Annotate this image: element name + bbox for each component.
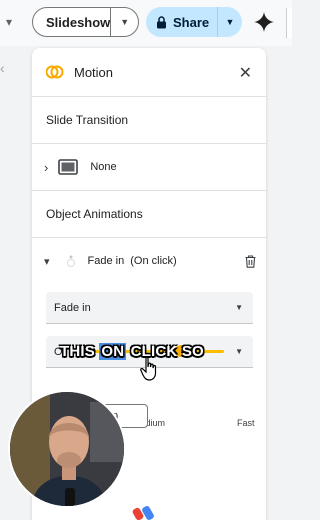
slide-transition-row[interactable]: › None [32,144,266,190]
effect-select[interactable]: Fade in ▼ [46,292,253,324]
caption-text-2: CLICK SO [126,343,204,360]
caption-highlight: ON [99,343,127,360]
gemini-sparkle-icon[interactable] [254,12,274,32]
motion-icon [46,65,64,79]
chevron-down-icon[interactable]: ▾ [44,255,50,268]
panel-title: Motion [74,64,114,80]
animation-trigger: (On click) [130,255,177,267]
top-toolbar: ▾ Slideshow ▼ Share ▼ [0,0,292,46]
object-animations-heading-row: Object Animations [32,191,266,237]
animation-name: Fade in [87,255,125,267]
left-edge-fragment: ‹ [0,60,5,76]
fade-animation-icon [66,255,75,267]
panel-header: Motion ✕ [32,48,266,96]
slide-thumbnail-icon [58,159,79,175]
share-button-group: Share ▼ [146,7,242,37]
share-options-caret-icon[interactable]: ▼ [218,7,242,37]
chevron-right-icon[interactable]: › [44,160,48,175]
edge-button-fragment [286,8,292,38]
object-animations-heading: Object Animations [46,207,143,221]
presenter-webcam [8,390,126,508]
share-label: Share [173,14,210,30]
caption-text-1: THIS [60,343,100,360]
hand-cursor-icon [140,356,157,381]
share-button[interactable]: Share [146,7,218,37]
chevron-down-icon[interactable]: ▾ [6,15,12,29]
slideshow-options-caret-icon[interactable]: ▼ [111,8,138,36]
lock-icon [157,15,166,28]
slideshow-button-group: Slideshow ▼ [32,7,139,37]
select-caret-icon: ▼ [235,303,243,312]
slideshow-button[interactable]: Slideshow [33,8,112,36]
presenter-image [10,392,124,506]
effect-select-value: Fade in [54,301,91,314]
slide-transition-heading-row: Slide Transition [32,97,266,143]
slider-label-fast: Fast [237,418,255,428]
slide-transition-value: None [90,161,117,173]
google-colored-logo-icon [132,506,154,520]
animation-item-row[interactable]: ▾ Fade in (On click) [32,238,266,284]
select-caret-icon: ▼ [235,347,243,356]
slide-transition-heading: Slide Transition [46,113,129,127]
close-icon[interactable]: ✕ [239,63,252,83]
video-caption: THIS ON CLICK SO [60,343,204,360]
delete-icon[interactable] [245,255,256,268]
